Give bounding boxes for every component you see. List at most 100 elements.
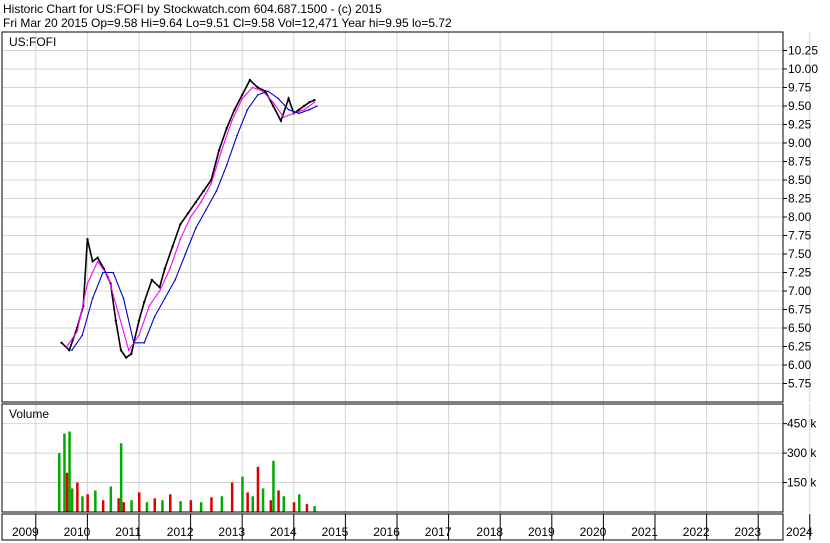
price-point xyxy=(143,342,145,344)
price-point xyxy=(220,149,223,152)
volume-bar xyxy=(272,460,275,512)
price-point xyxy=(179,238,182,240)
price-point xyxy=(171,245,174,248)
price-point xyxy=(163,267,166,270)
volume-bar xyxy=(179,501,182,512)
volume-bar xyxy=(94,490,97,512)
price-point xyxy=(256,86,259,89)
price-point xyxy=(91,297,94,300)
year-tick-label: 2012 xyxy=(167,525,194,539)
year-tick-label: 2021 xyxy=(631,525,658,539)
price-point xyxy=(241,97,243,100)
volume-bar xyxy=(282,496,285,512)
price-point xyxy=(256,94,259,96)
price-point xyxy=(91,260,94,263)
volume-bar xyxy=(189,500,193,512)
price-point xyxy=(248,78,252,82)
price-point xyxy=(277,97,280,100)
volume-bar xyxy=(169,494,172,512)
price-point xyxy=(272,101,275,104)
price-point xyxy=(114,319,118,322)
price-point xyxy=(138,334,140,337)
year-axis-ticks: 2009 2010 2011 2012 2013 2014 2015 2016 2017 2018… xyxy=(12,514,813,540)
price-point xyxy=(215,190,218,192)
price-tick-label: 9.25 xyxy=(788,118,812,132)
price-point xyxy=(76,330,78,333)
volume-bar xyxy=(86,494,89,512)
price-point xyxy=(153,316,156,318)
price-tick-label: 6.25 xyxy=(788,340,812,354)
price-point xyxy=(158,290,161,292)
price-point xyxy=(200,201,202,203)
price-tick-label: 9.50 xyxy=(788,99,812,113)
price-point xyxy=(298,112,300,115)
price-point xyxy=(179,223,182,226)
price-point xyxy=(282,116,285,118)
price-tick-label: 10.00 xyxy=(788,62,818,76)
volume-bar xyxy=(63,433,66,512)
price-point xyxy=(86,282,89,285)
year-tick-label: 2009 xyxy=(12,525,39,539)
price-tick-label: 9.00 xyxy=(788,136,812,150)
volume-panel-frame xyxy=(1,403,784,513)
volume-bar xyxy=(81,496,84,512)
price-tick-label: 8.75 xyxy=(788,155,812,169)
price-point xyxy=(174,279,176,281)
volume-bar xyxy=(261,488,265,512)
volume-bar xyxy=(138,492,141,512)
volume-bar xyxy=(153,498,156,512)
volume-bar xyxy=(298,494,301,512)
price-point xyxy=(246,108,249,111)
price-tick-label: 6.00 xyxy=(788,358,812,372)
year-tick-label: 2010 xyxy=(64,525,91,539)
price-point xyxy=(241,93,244,97)
chart-labels: US:FOFI Volume xyxy=(9,35,56,421)
price-tick-label: 8.25 xyxy=(788,192,812,206)
price-tick-label: 7.00 xyxy=(788,284,812,298)
volume-bar xyxy=(313,506,316,512)
price-point xyxy=(60,341,63,344)
price-tick-label: 8.00 xyxy=(788,210,812,224)
price-point xyxy=(210,182,212,185)
volume-bar xyxy=(68,431,71,512)
price-point xyxy=(225,164,228,166)
price-series xyxy=(60,78,318,359)
year-tick-label: 2013 xyxy=(218,525,245,539)
price-point xyxy=(308,108,311,111)
price-point xyxy=(236,134,238,137)
price-tick-label: 9.75 xyxy=(788,81,812,95)
price-point xyxy=(71,349,73,352)
volume-bar xyxy=(292,502,296,512)
price-tick-label: 10.25 xyxy=(788,44,818,58)
year-tick-label: 2019 xyxy=(528,525,555,539)
price-panel-title: US:FOFI xyxy=(9,35,56,49)
volume-bar xyxy=(210,497,213,512)
volume-bar xyxy=(161,500,164,512)
volume-tick-label: 150 k xyxy=(787,476,817,490)
year-tick-label: 2018 xyxy=(476,525,503,539)
volume-tick-label: 450 k xyxy=(787,417,817,431)
volume-bar xyxy=(199,502,203,512)
volume-bar xyxy=(70,488,74,512)
price-point xyxy=(127,349,130,352)
price-point xyxy=(112,271,114,274)
price-point xyxy=(279,119,283,123)
price-point xyxy=(195,227,197,229)
volume-bar xyxy=(145,502,149,512)
price-point xyxy=(148,305,151,307)
price-point xyxy=(251,86,254,89)
price-point xyxy=(107,275,109,278)
price-point xyxy=(86,238,89,241)
volume-bar xyxy=(256,466,260,512)
price-point xyxy=(233,108,236,111)
volume-bar xyxy=(251,496,254,512)
year-tick-label: 2016 xyxy=(373,525,400,539)
volume-bar xyxy=(122,502,125,512)
price-point xyxy=(313,98,316,102)
price-tick-label: 6.75 xyxy=(788,303,812,317)
price-point xyxy=(267,90,269,92)
volume-bar xyxy=(119,443,123,512)
price-point xyxy=(313,101,316,104)
year-tick-label: 2020 xyxy=(580,525,607,539)
price-point xyxy=(150,278,154,282)
